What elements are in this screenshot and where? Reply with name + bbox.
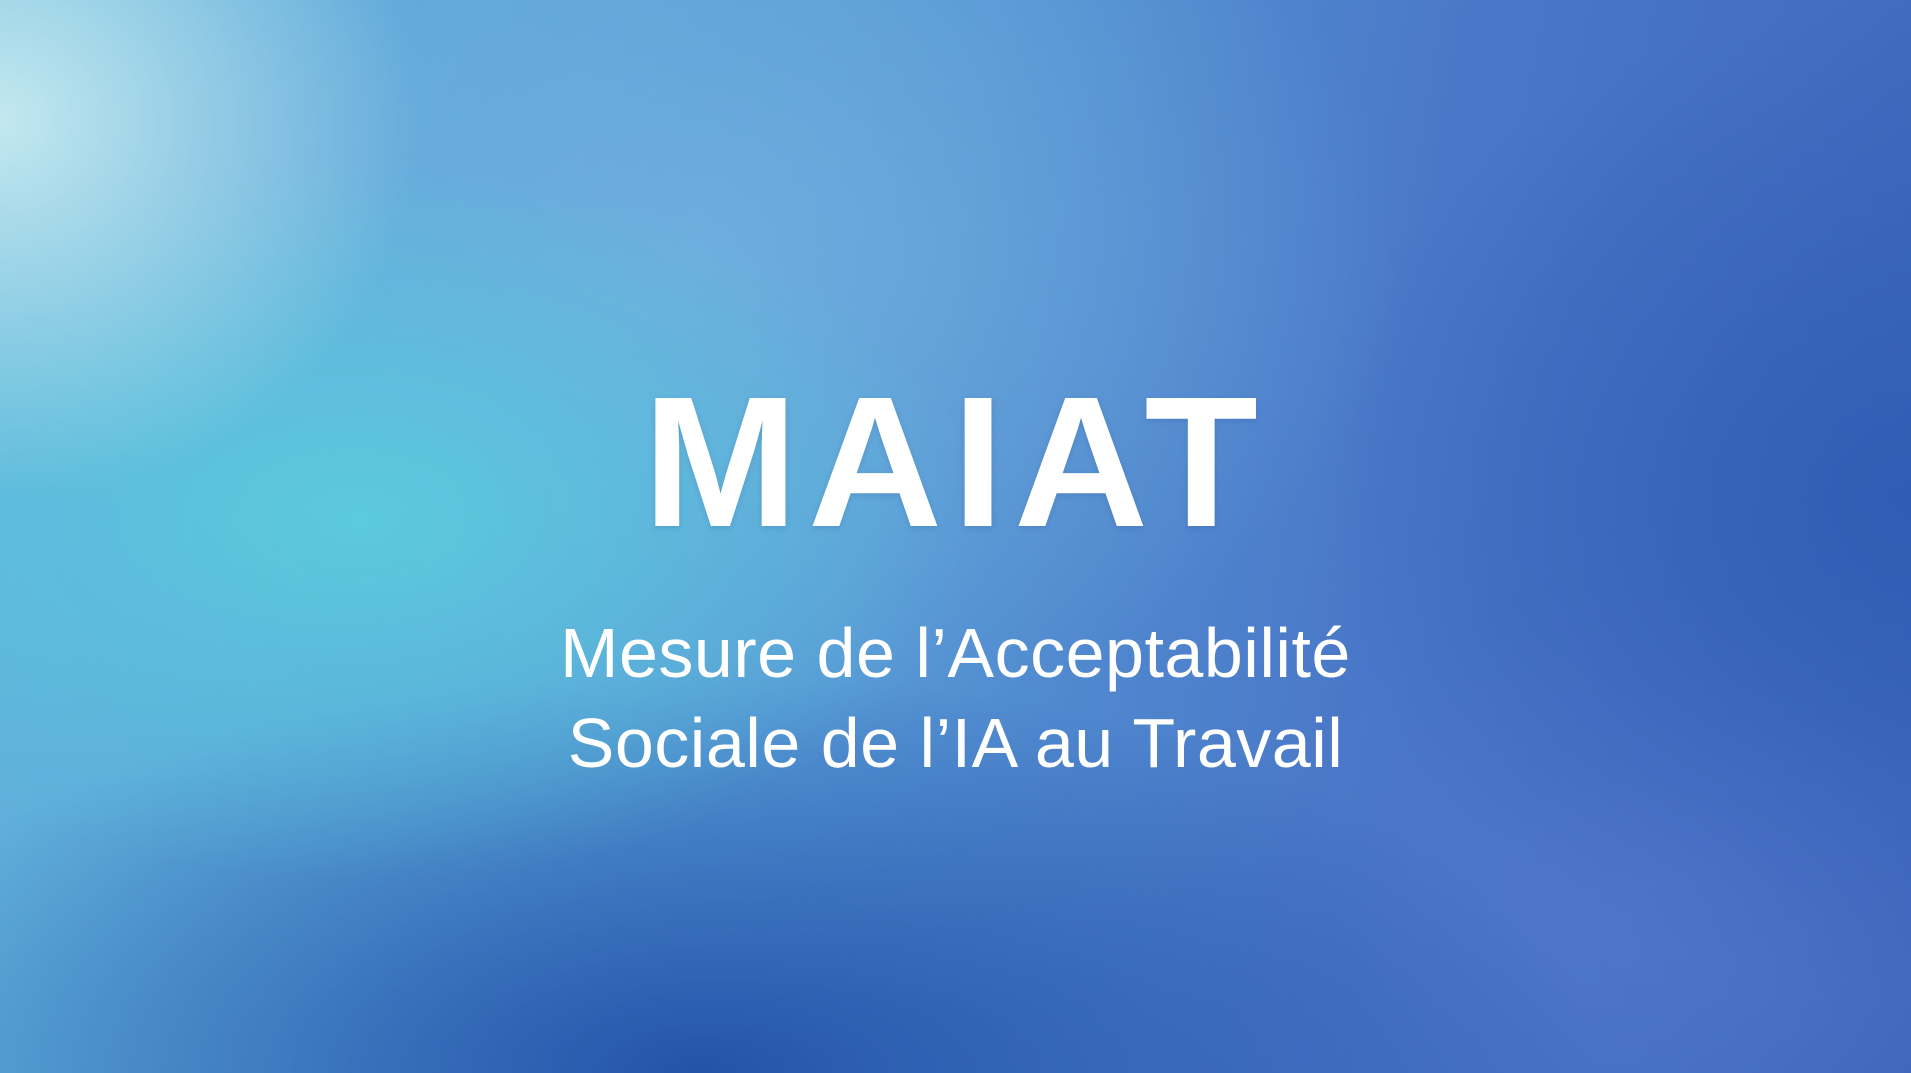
subtitle: Mesure de l’Acceptabilité Sociale de l’I… xyxy=(0,608,1911,788)
subtitle-line-1: Mesure de l’Acceptabilité xyxy=(560,614,1351,692)
subtitle-line-2: Sociale de l’IA au Travail xyxy=(567,704,1344,782)
title-card: MAIAT Mesure de l’Acceptabilité Sociale … xyxy=(0,0,1911,1073)
title: MAIAT xyxy=(642,359,1269,566)
